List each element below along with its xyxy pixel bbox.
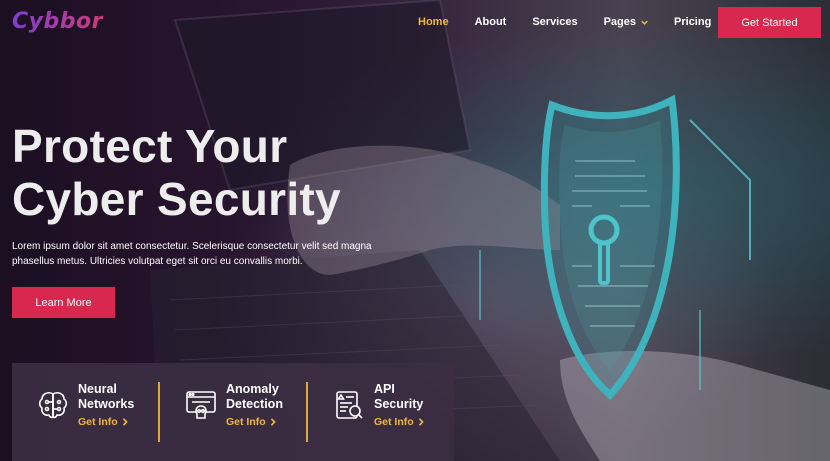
feature-title-line-1: Neural [78, 382, 117, 396]
chevron-right-icon [122, 418, 128, 426]
get-info-link[interactable]: Get Info [226, 416, 283, 428]
feature-card-neural-networks: Neural Networks Get Info [12, 382, 158, 442]
nav-item-about[interactable]: About [475, 16, 507, 28]
feature-title-line-2: Security [374, 397, 424, 411]
learn-more-button[interactable]: Learn More [12, 287, 115, 318]
feature-text: Anomaly Detection Get Info [226, 382, 283, 428]
hero-title-line-2: Cyber Security [12, 173, 341, 225]
get-started-button[interactable]: Get Started [718, 7, 821, 38]
feature-card-api-security: API Security Get Info [308, 382, 454, 442]
get-info-link[interactable]: Get Info [78, 416, 134, 428]
hero-title: Protect Your Cyber Security [12, 120, 341, 226]
nav-item-pricing[interactable]: Pricing [674, 16, 711, 28]
nav-item-pages[interactable]: Pages [604, 16, 648, 28]
feature-card-anomaly-detection: Anomaly Detection Get Info [160, 382, 306, 442]
feature-title-line-1: Anomaly [226, 382, 279, 396]
get-info-label: Get Info [78, 416, 118, 428]
brand-logo[interactable]: Cybbor [12, 9, 103, 34]
main-nav: Home About Services Pages Pricing [418, 16, 737, 28]
feature-title-line-1: API [374, 382, 395, 396]
feature-title: Anomaly Detection [226, 382, 283, 412]
get-info-label: Get Info [226, 416, 266, 428]
nav-item-services[interactable]: Services [532, 16, 577, 28]
feature-title-line-2: Networks [78, 397, 135, 411]
feature-title: Neural Networks [78, 382, 134, 412]
get-info-link[interactable]: Get Info [374, 416, 425, 428]
hero-description: Lorem ipsum dolor sit amet consectetur. … [12, 241, 372, 267]
nav-item-pages-label: Pages [603, 16, 637, 28]
chevron-down-icon [641, 20, 648, 25]
chevron-right-icon [270, 418, 276, 426]
nav-item-home[interactable]: Home [418, 16, 449, 28]
document-search-icon [336, 391, 363, 419]
feature-text: API Security Get Info [374, 382, 425, 428]
feature-strip: Neural Networks Get Info Anomaly Detecti… [12, 363, 454, 461]
skull-browser-icon [186, 391, 216, 419]
hero-section: Cybbor Home About Services Pages Pricing… [0, 0, 830, 461]
feature-title-line-2: Detection [226, 397, 283, 411]
chevron-right-icon [418, 418, 424, 426]
brain-icon [38, 392, 68, 419]
feature-title: API Security [374, 382, 425, 412]
get-info-label: Get Info [374, 416, 414, 428]
hero-title-line-1: Protect Your [12, 120, 288, 172]
feature-text: Neural Networks Get Info [78, 382, 134, 428]
